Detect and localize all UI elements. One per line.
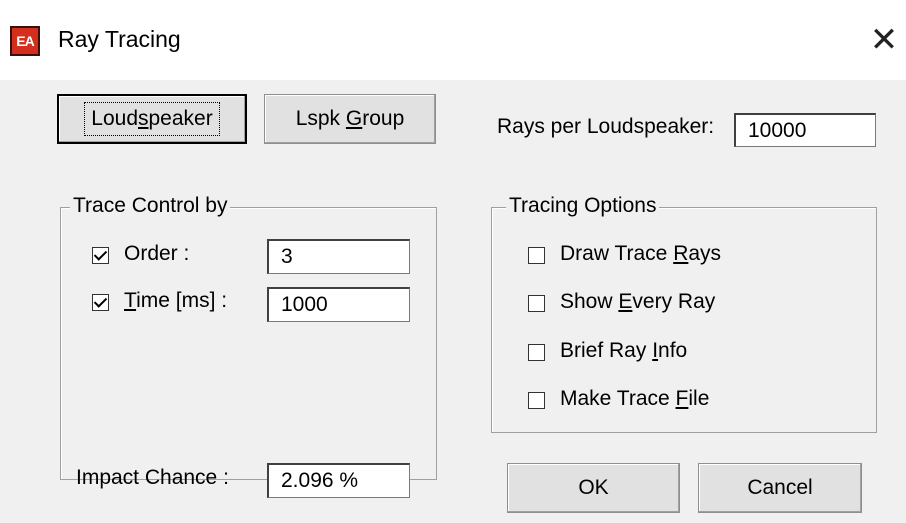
lspk-group-button[interactable]: Lspk Group xyxy=(264,94,436,144)
time-label: Time [ms] : xyxy=(124,289,228,312)
draw-trace-rays-label: Draw Trace Rays xyxy=(560,242,722,265)
show-every-ray-label: Show Every Ray xyxy=(560,290,716,313)
rays-per-loudspeaker-input[interactable]: 10000 xyxy=(734,113,876,147)
loudspeaker-button[interactable]: Loudspeaker xyxy=(57,94,247,144)
loudspeaker-button-label: Loudspeaker xyxy=(84,102,220,136)
brief-ray-info-checkbox[interactable] xyxy=(528,344,545,361)
time-checkbox[interactable] xyxy=(92,294,109,311)
trace-control-title: Trace Control by xyxy=(70,194,231,218)
ray-tracing-dialog: EA Ray Tracing ✕ Loudspeaker Lspk Group … xyxy=(0,0,906,523)
impact-chance-value: 2.096 % xyxy=(267,463,410,498)
show-every-ray-checkbox[interactable] xyxy=(528,295,545,312)
time-input[interactable]: 1000 xyxy=(267,287,410,322)
cancel-button[interactable]: Cancel xyxy=(698,463,862,513)
make-trace-file-checkbox[interactable] xyxy=(528,392,545,409)
close-icon[interactable]: ✕ xyxy=(862,18,906,62)
order-label: Order : xyxy=(124,242,190,265)
tracing-options-title: Tracing Options xyxy=(506,194,660,218)
make-trace-file-label: Make Trace File xyxy=(560,387,710,410)
app-icon: EA xyxy=(10,26,40,56)
title-bar: EA Ray Tracing ✕ xyxy=(0,0,906,80)
ok-button[interactable]: OK xyxy=(507,463,680,513)
draw-trace-rays-checkbox[interactable] xyxy=(528,247,545,264)
brief-ray-info-label: Brief Ray Info xyxy=(560,339,688,362)
order-input[interactable]: 3 xyxy=(267,239,410,274)
lspk-group-button-label: Lspk Group xyxy=(295,107,405,130)
order-checkbox[interactable] xyxy=(92,247,109,264)
dialog-body: Loudspeaker Lspk Group Rays per Loudspea… xyxy=(0,80,906,523)
rays-per-loudspeaker-label: Rays per Loudspeaker: xyxy=(497,115,715,138)
impact-chance-label: Impact Chance : xyxy=(76,466,229,489)
window-title: Ray Tracing xyxy=(58,26,181,52)
